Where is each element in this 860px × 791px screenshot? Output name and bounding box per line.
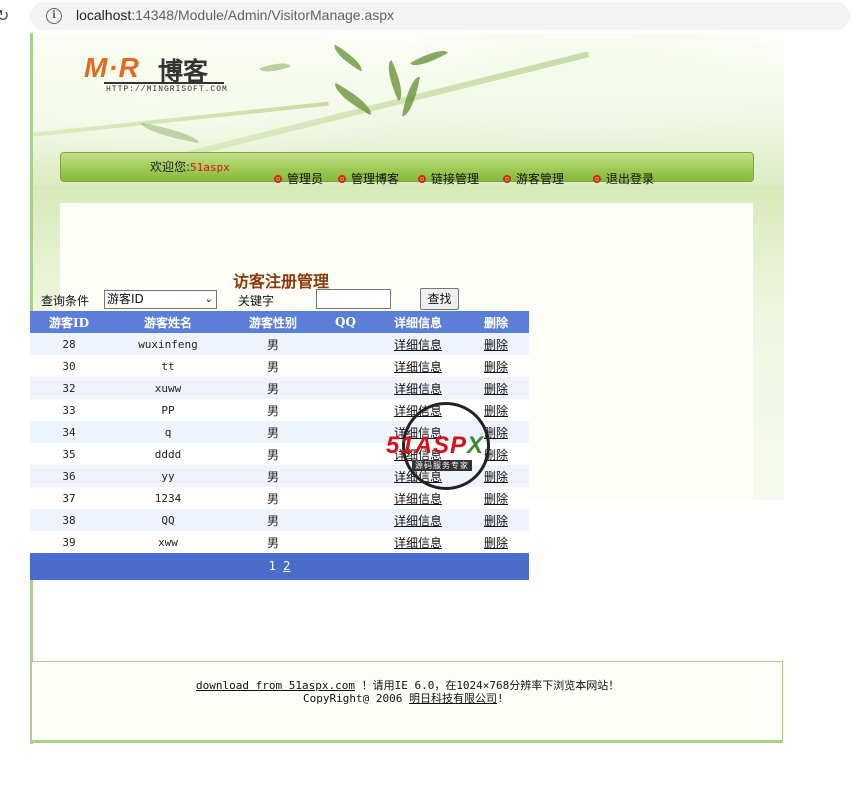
url-box[interactable]: i localhost:14348/Module/Admin/VisitorMa… — [30, 2, 850, 30]
cell-id: 32 — [62, 381, 76, 395]
header-detail: 详细信息 — [393, 315, 442, 330]
page-link[interactable]: 2 — [283, 559, 290, 573]
watermark-brand: 51ASPX — [386, 432, 485, 459]
cell-gender: 男 — [266, 337, 279, 352]
bullet-icon — [274, 174, 282, 183]
cell-name: tt — [161, 359, 175, 373]
cell-id: 35 — [62, 447, 76, 461]
condition-label: 查询条件 — [41, 294, 90, 308]
cell-id: 38 — [62, 513, 76, 527]
leaf-decoration — [410, 44, 448, 72]
delete-link[interactable]: 删除 — [484, 360, 508, 374]
detail-link[interactable]: 详细信息 — [394, 514, 442, 528]
bullet-icon — [418, 174, 426, 183]
welcome-text: 欢迎您:51aspx — [150, 158, 230, 175]
table-row: 39 xww 男 详细信息 删除 — [30, 531, 529, 553]
watermark-slogan: 源码服务专家 — [412, 460, 472, 471]
cell-gender: 男 — [266, 403, 279, 418]
detail-link[interactable]: 详细信息 — [394, 382, 442, 396]
cell-name: xww — [158, 535, 178, 549]
cell-gender: 男 — [266, 535, 279, 550]
keyword-label: 关键字 — [238, 294, 275, 308]
table-row: 32 xuww 男 详细信息 删除 — [30, 377, 529, 399]
cell-name: QQ — [161, 513, 175, 527]
bullet-icon — [503, 174, 511, 183]
welcome-label: 欢迎您: — [150, 160, 191, 174]
table-row: 28 wuxinfeng 男 详细信息 删除 — [30, 333, 529, 355]
page-current: 1 — [268, 559, 276, 573]
cell-gender: 男 — [266, 359, 279, 374]
delete-link[interactable]: 删除 — [484, 514, 508, 528]
cell-gender: 男 — [266, 513, 279, 528]
cell-name: q — [164, 425, 172, 439]
cell-gender: 男 — [266, 425, 279, 440]
cell-id: 33 — [62, 403, 76, 417]
header-qq: QQ — [335, 315, 356, 329]
header-delete: 删除 — [483, 315, 508, 330]
cell-name: wuxinfeng — [138, 337, 198, 351]
cell-name: xuww — [154, 381, 182, 395]
site-logo[interactable]: M·R 博客 HTTP://MINGRISOFT.COM — [84, 52, 244, 98]
company-link[interactable]: 明日科技有限公司 — [409, 692, 497, 705]
header-gender: 游客性别 — [248, 315, 297, 330]
detail-link[interactable]: 详细信息 — [394, 536, 442, 550]
welcome-user: 51aspx — [190, 161, 230, 174]
reload-icon[interactable]: ↻ — [0, 6, 9, 25]
cell-name: dddd — [154, 447, 182, 461]
bullet-icon — [338, 174, 346, 183]
detail-link[interactable]: 详细信息 — [394, 338, 442, 352]
leaf-decoration — [329, 44, 367, 72]
leaf-decoration — [259, 58, 291, 77]
copyright-suffix: ! — [496, 692, 504, 705]
condition-value: 游客ID — [107, 292, 144, 306]
cell-id: 30 — [62, 359, 76, 373]
cell-id: 34 — [62, 425, 76, 439]
chevron-down-icon: ⌄ — [204, 294, 213, 305]
cell-id: 39 — [62, 535, 76, 549]
cell-gender: 男 — [266, 447, 279, 462]
cell-gender: 男 — [266, 381, 279, 396]
cell-id: 28 — [62, 337, 76, 351]
watermark-logo: 51ASPX 源码服务专家 — [386, 402, 516, 494]
condition-select[interactable]: 游客ID ⌄ — [104, 290, 217, 309]
detail-link[interactable]: 详细信息 — [394, 360, 442, 374]
footer-line-2: CopyRight@ 2006 明日科技有限公司! — [303, 690, 504, 706]
logo-underline — [104, 82, 224, 84]
delete-link[interactable]: 删除 — [484, 338, 508, 352]
table-header: 游客ID 游客姓名 游客性别 QQ 详细信息 删除 — [30, 311, 529, 333]
delete-link[interactable]: 删除 — [484, 382, 508, 396]
info-icon[interactable]: i — [46, 8, 62, 24]
cell-id: 37 — [62, 491, 76, 505]
search-button[interactable]: 查找 — [420, 288, 459, 310]
header-id: 游客ID — [48, 315, 90, 330]
cell-gender: 男 — [266, 469, 279, 484]
logo-url: HTTP://MINGRISOFT.COM — [106, 85, 228, 94]
copyright-prefix: CopyRight@ 2006 — [303, 692, 409, 705]
delete-link[interactable]: 删除 — [484, 536, 508, 550]
url-text[interactable]: localhost:14348/Module/Admin/VisitorMana… — [76, 7, 394, 23]
cell-id: 36 — [62, 469, 76, 483]
pager: 1 2 — [30, 553, 529, 580]
cell-name: PP — [161, 403, 175, 417]
table-row: 38 QQ 男 详细信息 删除 — [30, 509, 529, 531]
table-row: 30 tt 男 详细信息 删除 — [30, 355, 529, 377]
leaf-decoration — [381, 60, 409, 101]
logo-mr: M·R — [84, 52, 140, 83]
leaf-decoration — [139, 122, 201, 144]
cell-gender: 男 — [266, 491, 279, 506]
keyword-input[interactable] — [316, 289, 391, 309]
cell-name: yy — [161, 469, 175, 483]
bullet-icon — [593, 174, 601, 183]
header-name: 游客姓名 — [143, 315, 192, 330]
page-title: 访客注册管理 — [233, 272, 330, 291]
browser-address-bar: ↻ i localhost:14348/Module/Admin/Visitor… — [0, 0, 860, 33]
cell-name: 1234 — [154, 491, 182, 505]
